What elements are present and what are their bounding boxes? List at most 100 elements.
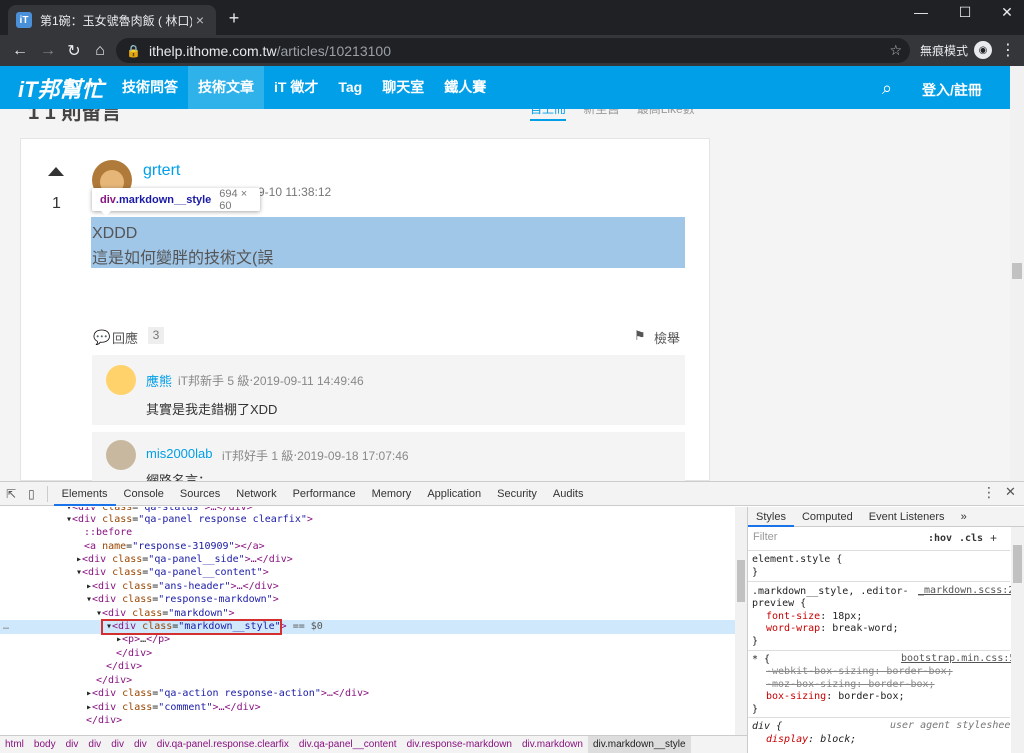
css-property-value: break-word; bbox=[832, 623, 899, 634]
site-logo[interactable]: iT邦幫忙 bbox=[0, 72, 112, 104]
flag-icon[interactable]: ⚑ bbox=[634, 328, 646, 344]
rule-selector[interactable]: element.style { bbox=[752, 553, 842, 566]
comment-username[interactable]: 應熊 bbox=[146, 371, 172, 390]
maximize-icon[interactable]: ☐ bbox=[948, 0, 982, 24]
nav-ironman[interactable]: 鐵人賽 bbox=[434, 66, 496, 109]
address-bar[interactable]: 🔒 ithelp.ithome.com.tw /articles/1021310… bbox=[116, 38, 910, 63]
avatar[interactable] bbox=[106, 440, 136, 470]
css-property[interactable]: display: block; bbox=[766, 733, 856, 746]
comment-bubble-icon[interactable]: 💬 bbox=[93, 329, 110, 346]
tab-audits[interactable]: Audits bbox=[545, 482, 592, 506]
upvote-triangle-icon[interactable] bbox=[48, 167, 64, 176]
breadcrumb-item[interactable]: div bbox=[61, 739, 84, 750]
inspect-cursor-icon[interactable]: ⇱ bbox=[0, 487, 22, 501]
breadcrumb-item[interactable]: div bbox=[83, 739, 106, 750]
rule-source-label: user agent stylesheet bbox=[890, 720, 1017, 731]
tab-styles[interactable]: Styles bbox=[748, 507, 794, 527]
back-arrow-icon[interactable]: ← bbox=[8, 35, 32, 66]
browser-tab[interactable]: iT 第1碗：玉女號魯肉飯 ( 林口)_回 × bbox=[8, 5, 216, 35]
bookmark-star-icon[interactable]: ☆ bbox=[889, 42, 902, 59]
breadcrumb-item[interactable]: body bbox=[29, 739, 61, 750]
nav-chatroom[interactable]: 聊天室 bbox=[372, 66, 434, 109]
tab-event-listeners[interactable]: Event Listeners bbox=[861, 507, 953, 527]
post-username[interactable]: grtert bbox=[143, 162, 180, 180]
reply-button[interactable]: 回應 bbox=[112, 328, 138, 347]
tab-elements[interactable]: Elements bbox=[53, 482, 116, 506]
elements-scrollbar-thumb[interactable] bbox=[737, 560, 745, 602]
search-icon[interactable]: ⌕ bbox=[882, 78, 892, 99]
breadcrumb-item[interactable]: div.qa-panel__content bbox=[294, 739, 402, 750]
hover-state-toggle[interactable]: :hov bbox=[928, 533, 952, 544]
login-link[interactable]: 登入/註冊 bbox=[922, 80, 982, 100]
new-rule-button[interactable]: + bbox=[990, 531, 997, 545]
css-property[interactable]: box-sizing: border-box; bbox=[766, 690, 905, 703]
tab-computed[interactable]: Computed bbox=[794, 507, 861, 527]
report-button[interactable]: 檢舉 bbox=[654, 328, 680, 347]
css-property-name: display bbox=[766, 734, 809, 745]
devtools-menu-icon[interactable]: ⋮ bbox=[982, 484, 996, 501]
tab-console[interactable]: Console bbox=[116, 482, 172, 506]
reload-icon[interactable]: ↻ bbox=[62, 35, 86, 66]
post-body-line: 這是如何變胖的技術文(誤 bbox=[92, 250, 274, 267]
site-favicon-icon: iT bbox=[16, 12, 32, 28]
css-property-overridden[interactable]: -webkit-box-sizing: border-box; bbox=[766, 665, 953, 678]
css-property-value: border-box; bbox=[838, 691, 905, 702]
tab-application[interactable]: Application bbox=[419, 482, 489, 506]
breadcrumb-item[interactable]: div.markdown bbox=[517, 739, 588, 750]
styles-scrollbar-thumb[interactable] bbox=[1013, 545, 1022, 583]
selected-node-outline bbox=[101, 619, 282, 635]
tab-memory[interactable]: Memory bbox=[364, 482, 420, 506]
tab-network[interactable]: Network bbox=[228, 482, 284, 506]
device-toggle-icon[interactable]: ▯ bbox=[22, 487, 41, 501]
elements-scrollbar[interactable] bbox=[735, 507, 747, 735]
breadcrumb-item[interactable]: div bbox=[106, 739, 129, 750]
site-navbar: iT邦幫忙 技術問答 技術文章 iT 徵才 Tag 聊天室 鐵人賽 bbox=[0, 66, 1010, 109]
css-property-value: 18px; bbox=[832, 611, 863, 622]
window-close-icon[interactable]: ✕ bbox=[990, 0, 1024, 24]
breadcrumb-item[interactable]: div.qa-panel.response.clearfix bbox=[152, 739, 294, 750]
incognito-label: 無痕模式 bbox=[920, 43, 969, 58]
nav-articles[interactable]: 技術文章 bbox=[188, 66, 264, 109]
divider bbox=[748, 650, 1010, 651]
minimize-icon[interactable]: — bbox=[904, 0, 938, 24]
forward-arrow-icon[interactable]: → bbox=[36, 35, 60, 66]
devtools-close-icon[interactable]: ✕ bbox=[1005, 484, 1016, 500]
page-scrollbar-thumb[interactable] bbox=[1012, 263, 1022, 279]
css-property-overridden-text: -moz-box-sizing: border-box; bbox=[766, 679, 935, 690]
rule-selector[interactable]: div { bbox=[752, 720, 782, 733]
breadcrumb-item-active[interactable]: div.markdown__style bbox=[587, 736, 691, 753]
nav-tag[interactable]: Tag bbox=[328, 66, 372, 109]
css-property-name: word-wrap bbox=[766, 623, 821, 634]
breadcrumb-item[interactable]: html bbox=[0, 739, 29, 750]
rule-source-link[interactable]: _markdown.scss:2 bbox=[918, 585, 1014, 596]
rule-close: } bbox=[752, 704, 759, 715]
nav-jobs[interactable]: iT 徵才 bbox=[264, 66, 328, 109]
breadcrumb-item[interactable]: div bbox=[129, 739, 152, 750]
css-property-name: box-sizing bbox=[766, 691, 827, 702]
breadcrumb: html body div div div div div.qa-panel.r… bbox=[0, 735, 747, 753]
new-tab-button[interactable]: + bbox=[224, 8, 244, 30]
css-property[interactable]: word-wrap: break-word; bbox=[766, 622, 898, 635]
breadcrumb-item[interactable]: div.response-markdown bbox=[402, 739, 517, 750]
comment-text: 其實是我走錯棚了XDD bbox=[146, 402, 278, 417]
devtools-tabbar: ⇱ ▯ Elements Console Sources Network Per… bbox=[0, 482, 1024, 506]
home-icon[interactable]: ⌂ bbox=[88, 35, 112, 66]
nav-qa[interactable]: 技術問答 bbox=[112, 66, 188, 109]
more-tabs-chevron-icon[interactable]: » bbox=[953, 507, 975, 527]
avatar[interactable] bbox=[106, 365, 136, 395]
rule-source-link[interactable]: bootstrap.min.css:5 bbox=[901, 653, 1015, 664]
tab-security[interactable]: Security bbox=[489, 482, 545, 506]
styles-filter-input[interactable]: Filter bbox=[753, 531, 918, 547]
tab-sources[interactable]: Sources bbox=[172, 482, 228, 506]
browser-menu-icon[interactable]: ⋮ bbox=[1000, 40, 1016, 60]
tooltip-class: .markdown__style bbox=[115, 193, 212, 206]
comment-username[interactable]: mis2000lab bbox=[146, 446, 213, 461]
post-body: XDDD 這是如何變胖的技術文(誤 bbox=[92, 221, 273, 271]
class-toggle[interactable]: .cls bbox=[959, 533, 983, 544]
close-tab-icon[interactable]: × bbox=[192, 12, 208, 28]
url-host: ithelp.ithome.com.tw bbox=[148, 42, 277, 59]
tab-performance[interactable]: Performance bbox=[285, 482, 364, 506]
comment-meta: iT邦好手 1 級‧2019-09-18 17:07:46 bbox=[222, 449, 409, 463]
inspect-tooltip: div .markdown__style 694 × 60 bbox=[92, 188, 260, 212]
incognito-indicator[interactable]: 無痕模式 ◉ bbox=[920, 41, 993, 59]
